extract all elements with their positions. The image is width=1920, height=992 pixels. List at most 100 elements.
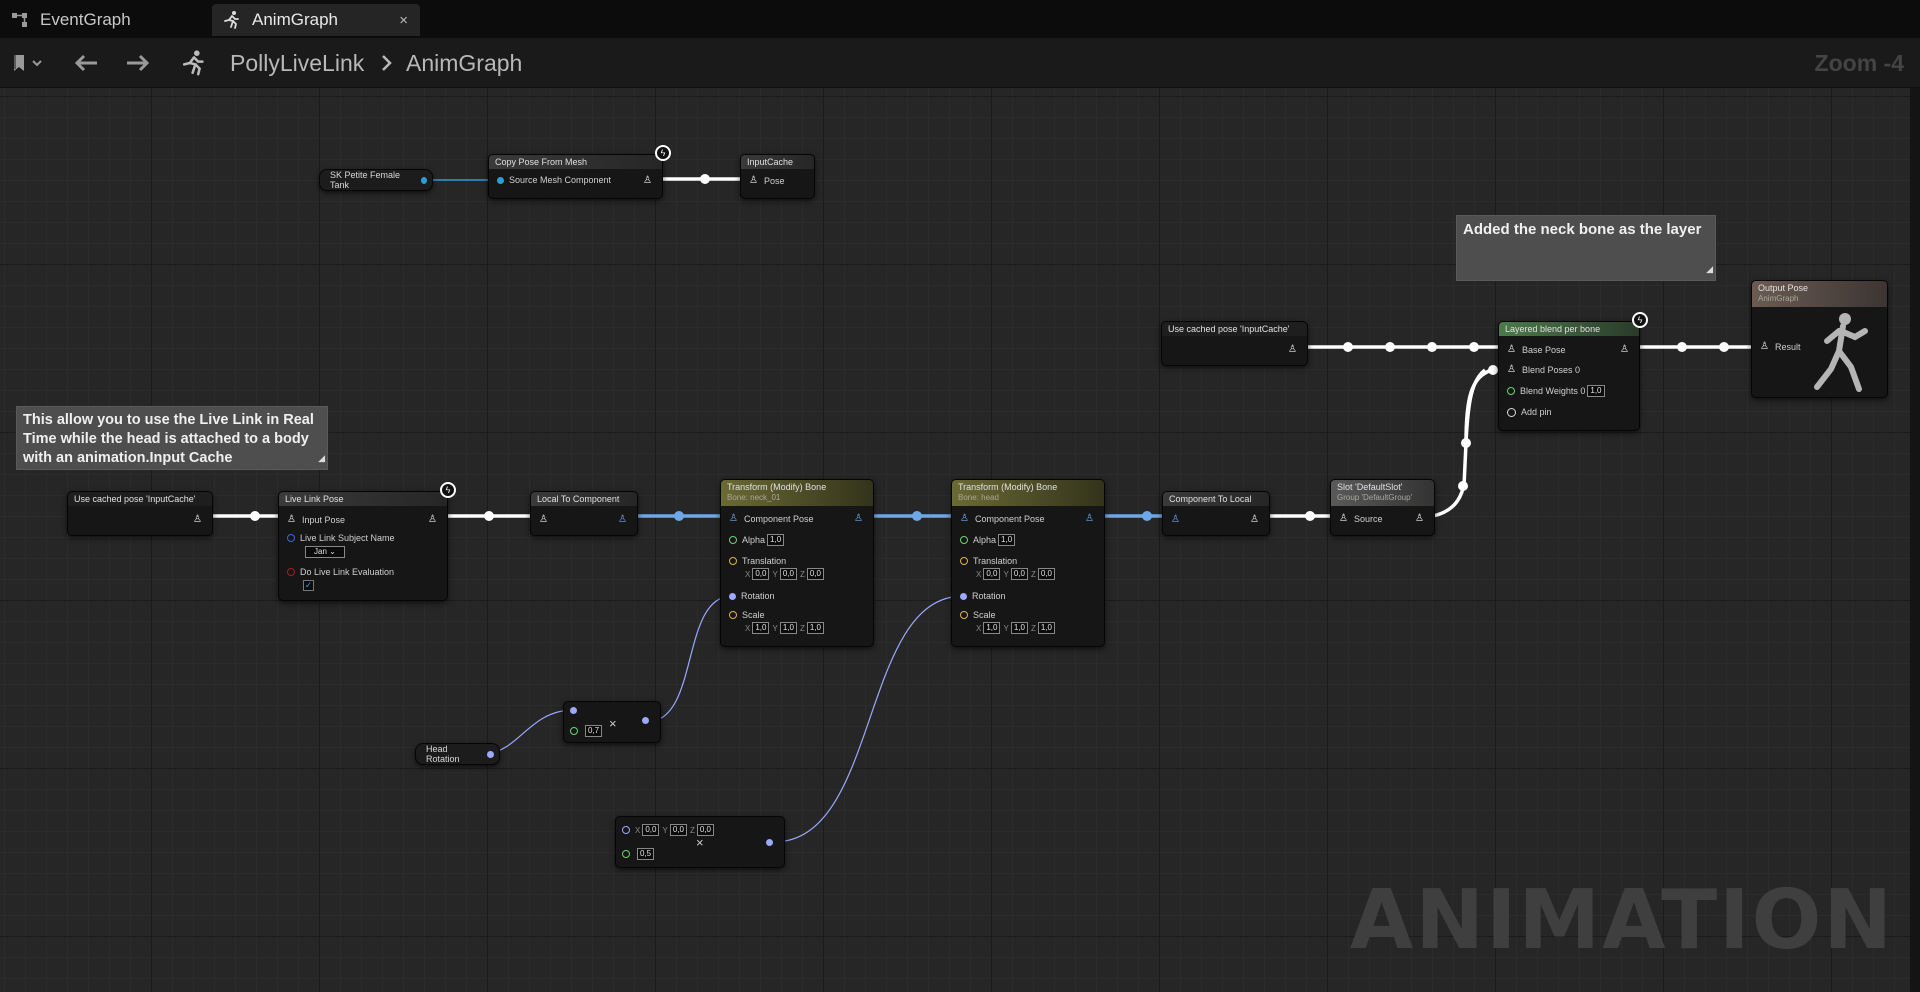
float-pin-icon — [960, 536, 968, 544]
pin-translation[interactable]: Translation — [729, 556, 786, 566]
scale-fields[interactable]: X 1,0 Y 1,0 Z 1,0 — [976, 622, 1058, 634]
pin-input-pose[interactable]: ♙ Input Pose — [287, 514, 345, 525]
scale-x-field[interactable]: 1,0 — [983, 622, 1001, 634]
pose-output-pin[interactable]: ♙ — [1288, 344, 1303, 355]
node-transform-modify-bone-head[interactable]: Transform (Modify) Bone Bone: head ♙ Comp… — [951, 479, 1105, 647]
rotator-output-pin[interactable] — [766, 839, 778, 846]
node-input-cache[interactable]: InputCache ♙ Pose — [740, 154, 815, 199]
variable-sk-petite-female-tank[interactable]: SK Petite Female Tank — [319, 169, 433, 191]
pose-icon: ♙ — [1288, 344, 1297, 355]
pin-rotation[interactable]: Rotation — [729, 591, 775, 601]
scale-y-field[interactable]: 1,0 — [779, 622, 797, 634]
node-use-cached-pose-left[interactable]: Use cached pose 'InputCache' ♙ — [67, 491, 213, 536]
pin-alpha[interactable]: Alpha 1,0 — [960, 534, 1018, 546]
node-layered-blend-per-bone[interactable]: Layered blend per bone ♙ Base Pose ♙ ♙ Ble… — [1498, 321, 1640, 431]
subject-dropdown[interactable]: Jan ⌄ — [303, 546, 348, 558]
component-pose-output-pin[interactable]: ♙ — [618, 514, 633, 525]
float-input-pin[interactable]: 0,5 — [622, 848, 657, 860]
node-output-pose[interactable]: Output Pose AnimGraph ♙ Result — [1751, 280, 1888, 398]
alpha-field[interactable]: 1,0 — [998, 534, 1016, 546]
comment-neck-layer[interactable]: Added the neck bone as the layer ◢ — [1456, 215, 1716, 281]
pose-output-pin[interactable]: ♙ — [1620, 344, 1635, 355]
scale-y-field[interactable]: 1,0 — [1010, 622, 1028, 634]
back-button[interactable] — [70, 48, 102, 78]
scale-z-field[interactable]: 1,0 — [1037, 622, 1055, 634]
rotator-y-field[interactable]: 0,0 — [669, 824, 687, 836]
translation-x-field[interactable]: 0,0 — [752, 568, 770, 580]
breadcrumb-pollylivelink[interactable]: PollyLiveLink — [230, 48, 364, 78]
node-multiply-rotator-2[interactable]: X 0,0 Y 0,0 Z 0,0 0,5 × — [615, 816, 785, 868]
float-input-pin[interactable]: 0,7 — [570, 725, 605, 737]
component-pose-input-pin[interactable]: ♙ — [1171, 514, 1186, 525]
node-copy-pose-from-mesh[interactable]: Copy Pose From Mesh Source Mesh Componen… — [488, 154, 663, 199]
resize-grip-icon[interactable]: ◢ — [1706, 260, 1713, 279]
pose-output-pin[interactable]: ♙ — [193, 514, 208, 525]
multiplier-field[interactable]: 0,7 — [585, 725, 603, 737]
translation-z-field[interactable]: 0,0 — [806, 568, 824, 580]
pin-result[interactable]: ♙ Result — [1760, 341, 1801, 352]
pose-input-pin[interactable]: ♙ — [539, 514, 554, 525]
scale-fields[interactable]: X 1,0 Y 1,0 Z 1,0 — [745, 622, 827, 634]
variable-head-rotation[interactable]: Head Rotation — [415, 743, 500, 765]
node-use-cached-pose-top[interactable]: Use cached pose 'InputCache' ♙ — [1161, 321, 1308, 366]
translation-y-field[interactable]: 0,0 — [779, 568, 797, 580]
translation-fields[interactable]: X 0,0 Y 0,0 Z 0,0 — [745, 568, 827, 580]
forward-button[interactable] — [122, 48, 154, 78]
pin-do-live-link-evaluation[interactable]: Do Live Link Evaluation — [287, 567, 394, 577]
translation-x-field[interactable]: 0,0 — [983, 568, 1001, 580]
pin-translation[interactable]: Translation — [960, 556, 1017, 566]
breadcrumb-animgraph[interactable]: AnimGraph — [406, 48, 522, 78]
node-component-to-local[interactable]: Component To Local ♙ ♙ — [1162, 491, 1270, 536]
pose-output-pin[interactable]: ♙ — [1415, 513, 1430, 524]
add-pin-button[interactable]: Add pin — [1507, 407, 1552, 417]
translation-y-field[interactable]: 0,0 — [1010, 568, 1028, 580]
node-title: Copy Pose From Mesh — [489, 155, 662, 169]
rotator-output-pin[interactable] — [642, 717, 654, 724]
pin-component-pose[interactable]: ♙ Component Pose — [729, 513, 814, 524]
rotator-x-field[interactable]: 0,0 — [642, 824, 660, 836]
pose-output-pin[interactable]: ♙ — [643, 175, 658, 186]
pin-source-mesh[interactable]: Source Mesh Component — [497, 175, 611, 185]
tab-eventgraph[interactable]: EventGraph — [0, 4, 208, 36]
translation-fields[interactable]: X 0,0 Y 0,0 Z 0,0 — [976, 568, 1058, 580]
component-pose-output-pin[interactable]: ♙ — [1085, 513, 1100, 524]
pin-blend-poses-0[interactable]: ♙ Blend Poses 0 — [1507, 364, 1580, 375]
node-transform-modify-bone-neck[interactable]: Transform (Modify) Bone Bone: neck_01 ♙ C… — [720, 479, 874, 647]
float-pin-icon — [570, 727, 578, 735]
pin-scale[interactable]: Scale — [729, 610, 765, 620]
subject-select[interactable]: Jan ⌄ — [305, 546, 345, 558]
pin-live-link-subject-name[interactable]: Live Link Subject Name — [287, 533, 395, 543]
pose-output-pin[interactable]: ♙ — [428, 514, 443, 525]
node-live-link-pose[interactable]: Live Link Pose ♙ Input Pose ♙ Live Link S… — [278, 491, 448, 601]
node-local-to-component[interactable]: Local To Component ♙ ♙ — [530, 491, 638, 536]
translation-z-field[interactable]: 0,0 — [1037, 568, 1055, 580]
object-pin[interactable] — [420, 176, 427, 184]
live-link-eval-checkbox[interactable]: ✓ — [303, 580, 314, 591]
comment-live-link[interactable]: This allow you to use the Live Link in R… — [16, 406, 328, 470]
pose-output-pin[interactable]: ♙ — [1250, 514, 1265, 525]
pin-rotation[interactable]: Rotation — [960, 591, 1006, 601]
blend-weight-field[interactable]: 1,0 — [1587, 385, 1605, 397]
alpha-field[interactable]: 1,0 — [767, 534, 785, 546]
scale-x-field[interactable]: 1,0 — [752, 622, 770, 634]
component-pose-output-pin[interactable]: ♙ — [854, 513, 869, 524]
pin-blend-weights-0[interactable]: Blend Weights 0 1,0 — [1507, 385, 1608, 397]
rotator-input-pin[interactable] — [570, 707, 582, 714]
pin-component-pose[interactable]: ♙ Component Pose — [960, 513, 1045, 524]
pin-pose[interactable]: ♙ Pose — [749, 175, 785, 186]
node-multiply-rotator-1[interactable]: 0,7 × — [563, 701, 661, 743]
multiplier-field[interactable]: 0,5 — [637, 848, 655, 860]
bookmark-dropdown-button[interactable] — [6, 48, 50, 78]
pin-source[interactable]: ♙ Source — [1339, 513, 1383, 524]
scrollbar[interactable] — [1910, 88, 1920, 992]
pin-alpha[interactable]: Alpha 1,0 — [729, 534, 787, 546]
scale-z-field[interactable]: 1,0 — [806, 622, 824, 634]
pin-base-pose[interactable]: ♙ Base Pose — [1507, 344, 1566, 355]
float-pin-icon — [729, 536, 737, 544]
close-icon[interactable]: × — [399, 12, 408, 29]
pin-scale[interactable]: Scale — [960, 610, 996, 620]
node-slot-defaultslot[interactable]: Slot 'DefaultSlot' Group 'DefaultGroup' … — [1330, 479, 1435, 536]
resize-grip-icon[interactable]: ◢ — [318, 449, 325, 468]
tab-animgraph[interactable]: AnimGraph × — [212, 4, 420, 36]
rotator-pin[interactable] — [487, 750, 494, 758]
